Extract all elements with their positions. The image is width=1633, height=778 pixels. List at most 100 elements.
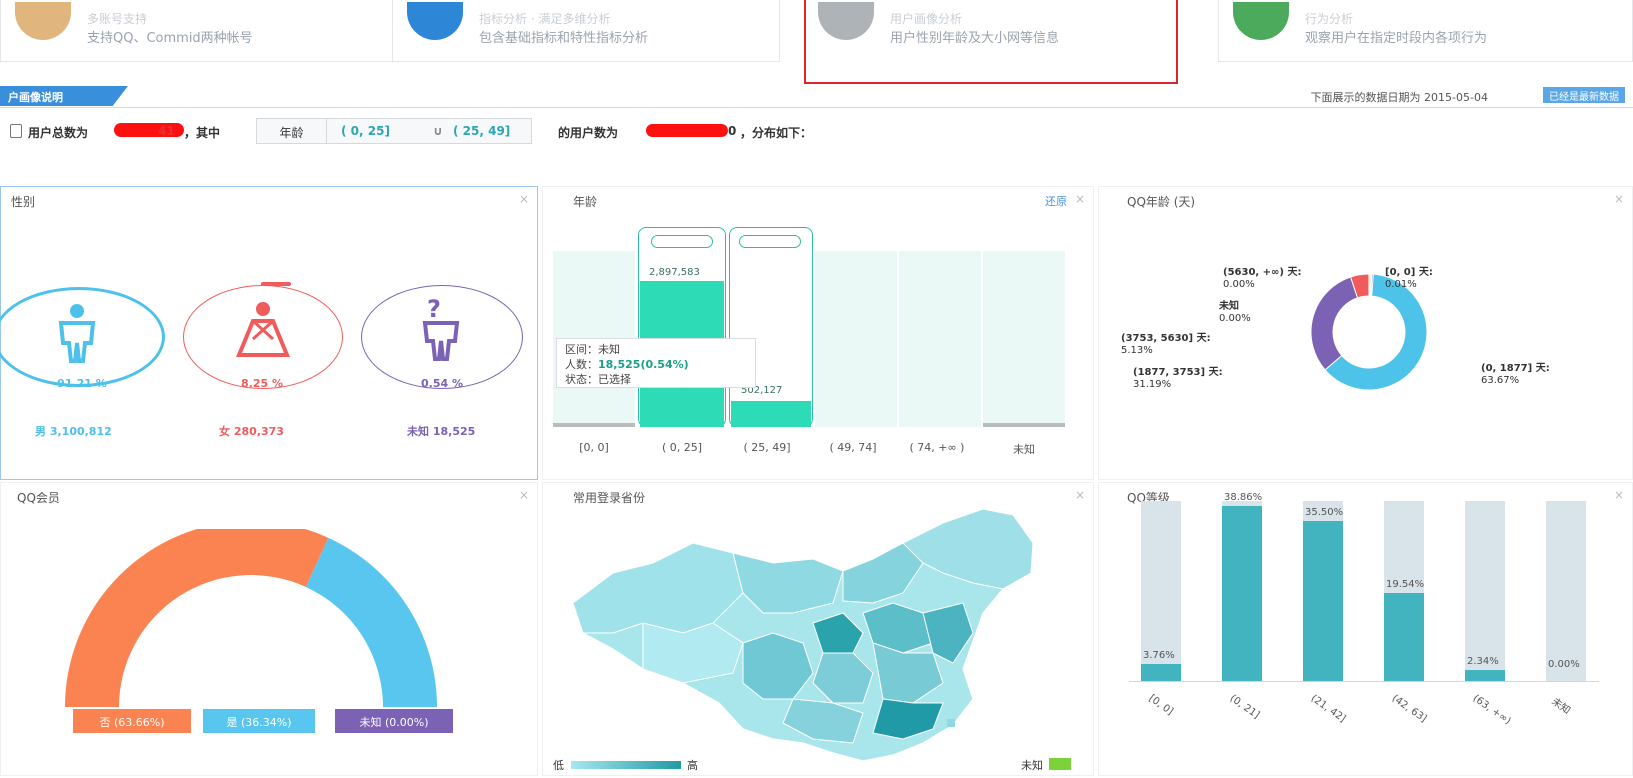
legend-no[interactable]: 否 (63.66%) [73,709,191,733]
level-bar-bg[interactable] [1465,501,1505,681]
feature-card-desc: 包含基础指标和特性指标分析 [479,31,649,46]
x-tick-label: ( 74, +∞ ) [909,441,965,454]
slice-label: [0, 0] 天: 0.01% [1385,267,1433,291]
age-bar-selected-frame[interactable] [729,227,813,427]
close-icon[interactable]: × [519,488,529,502]
slice-name: (5630, +∞) 天: [1223,267,1302,278]
filter-range-1[interactable]: ( 0, 25] [341,124,390,138]
bar-handle[interactable] [651,235,713,248]
close-icon[interactable]: × [1075,192,1085,206]
age-filter-box[interactable]: 年龄 ( 0, 25] ∪ ( 25, 49] [256,118,532,144]
section-bar: 户画像说明 下面展示的数据日期为 2015-05-04 已经是最新数据 [0,84,1633,108]
level-bar[interactable] [1465,670,1505,681]
union-symbol: ∪ [433,124,443,138]
filter-range-2[interactable]: ( 25, 49] [453,124,510,138]
gauge-segment[interactable] [305,537,437,707]
restore-link[interactable]: 还原 [1045,193,1067,209]
feature-card-profile[interactable]: 用户画像分析 用户性别年龄及大小网等信息 [804,0,1178,84]
level-bar[interactable] [1384,593,1424,681]
unknown-count: 未知 18,525 [407,425,476,438]
legend-high-label: 高 [687,759,698,772]
male-percent: 91.21 % [57,377,107,390]
gender-panel[interactable]: 性别 × 91.21 % 男 3,100,812 8.25 % 女 280,37… [0,186,538,480]
male-icon [58,304,96,363]
legend-yes[interactable]: 是 (36.34%) [203,709,315,733]
level-bar-label: 35.50% [1305,507,1344,519]
legend-unknown-label: 未知 [1021,759,1043,772]
metrics-icon [407,2,463,40]
panel-title: QQ年龄 (天) [1127,195,1196,209]
female-count: 女 280,373 [219,425,284,438]
feature-card-behavior[interactable]: 行为分析 观察用户在指定时段内各项行为 [1218,0,1633,62]
slice-label: (0, 1877] 天: 63.67% [1481,363,1550,387]
feature-card-metrics[interactable]: 指标分析 · 满足多维分析 包含基础指标和特性指标分析 [392,0,780,62]
qq-level-panel[interactable]: QQ等级 × 3.76% [0, 0] 38.86% (0, 21] 35.50% (21… [1098,482,1633,776]
section-tab: 户画像说明 [0,86,128,106]
feature-card-desc: 支持QQ、Commid两种帐号 [87,31,253,46]
age-bar-0[interactable] [553,423,635,427]
age-panel[interactable]: 年龄 还原 × 2,897,583 502,127 [0, 0] ( 0, 25… [542,186,1094,480]
level-bar-label: 0.00% [1548,659,1580,670]
tooltip-key: 人数： [565,358,598,371]
svg-text:?: ? [427,295,441,323]
latest-data-button[interactable]: 已经是最新数据 [1543,87,1625,103]
feature-card-desc: 用户性别年龄及大小网等信息 [890,31,1060,46]
close-icon[interactable]: × [519,192,529,206]
profile-icon [818,2,874,40]
level-bar-bg[interactable] [1546,501,1586,681]
slice-name: 未知 [1219,301,1239,312]
slice-label: (5630, +∞) 天: 0.00% [1223,267,1301,291]
unknown-swatch[interactable] [1049,758,1071,770]
china-map[interactable] [543,503,1095,773]
close-icon[interactable]: × [1614,192,1624,206]
bar-handle[interactable] [739,235,801,248]
slice-pct: 63.67% [1481,375,1520,386]
level-bar[interactable] [1303,521,1343,681]
tooltip-line: 区间：未知 [565,343,620,356]
age-bar-bg[interactable] [983,251,1065,427]
summary-text: 用户总数为 [28,126,89,140]
bar-value-label: 2,897,583 [649,267,700,278]
slice-name: (1877, 3753] 天: [1133,367,1223,378]
color-scale-bar[interactable] [571,761,681,769]
age-tooltip: 区间：未知 人数：18,525(0.54%) 状态：已选择 [556,338,756,388]
qq-member-gauge[interactable] [61,529,461,729]
qq-member-panel[interactable]: QQ会员 × 否 (63.66%) 是 (36.34%) 未知 (0.00%) [0,482,538,776]
age-bar-3[interactable] [815,251,897,427]
age-bar-2[interactable] [731,401,811,427]
legend-low-label: 低 [553,759,564,772]
level-bar-label: 38.86% [1224,492,1263,504]
legend-unknown[interactable]: 未知 (0.00%) [335,709,453,733]
close-icon[interactable]: × [1075,488,1085,502]
summary-text: 的用户数为 [558,126,619,140]
behavior-chart-icon [1233,2,1289,40]
donut-slice[interactable] [1310,276,1359,371]
panel-title: 年龄 [573,195,598,209]
slice-name: (0, 1877] 天: [1481,363,1550,374]
panel-title: QQ会员 [17,491,60,505]
feature-card-accounts[interactable]: 多账号支持 支持QQ、Commid两种帐号 [0,0,394,62]
slice-pct: 0.00% [1219,313,1251,324]
document-icon [10,124,22,138]
feature-card-title: 指标分析 · 满足多维分析 [479,12,611,26]
slice-label: (1877, 3753] 天: 31.19% [1133,367,1223,391]
data-date-note: 下面展示的数据日期为 2015-05-04 [1310,91,1488,104]
panel-title: 性别 [11,195,36,209]
summary-text: ，其中 [184,126,221,140]
x-tick-label: 未知 [1549,696,1573,717]
province-panel[interactable]: 常用登录省份 × 低 高 未知 [542,482,1094,776]
x-axis [1129,681,1599,682]
x-tick-label: (21, 42] [1308,693,1348,725]
x-tick-label: [0, 0] [1146,693,1176,718]
age-bar-5[interactable] [983,423,1065,427]
level-bar[interactable] [1141,664,1181,681]
level-bar[interactable] [1222,506,1262,681]
summary-text: ，分布如下： [740,126,813,140]
feature-card-title: 用户画像分析 [890,12,963,26]
slice-pct: 5.13% [1121,345,1153,356]
x-tick-label: (42, 63] [1389,693,1429,725]
gauge-segment[interactable] [65,529,329,707]
age-bar-4[interactable] [899,251,981,427]
qq-age-panel[interactable]: QQ年龄 (天) × (5630, +∞) 天: 0.00% [0, 0] 天: 0… [1098,186,1633,480]
summary-line: 用户总数为 41 ，其中 年龄 ( 0, 25] ∪ ( 25, 49] 的用户… [0,118,1633,146]
